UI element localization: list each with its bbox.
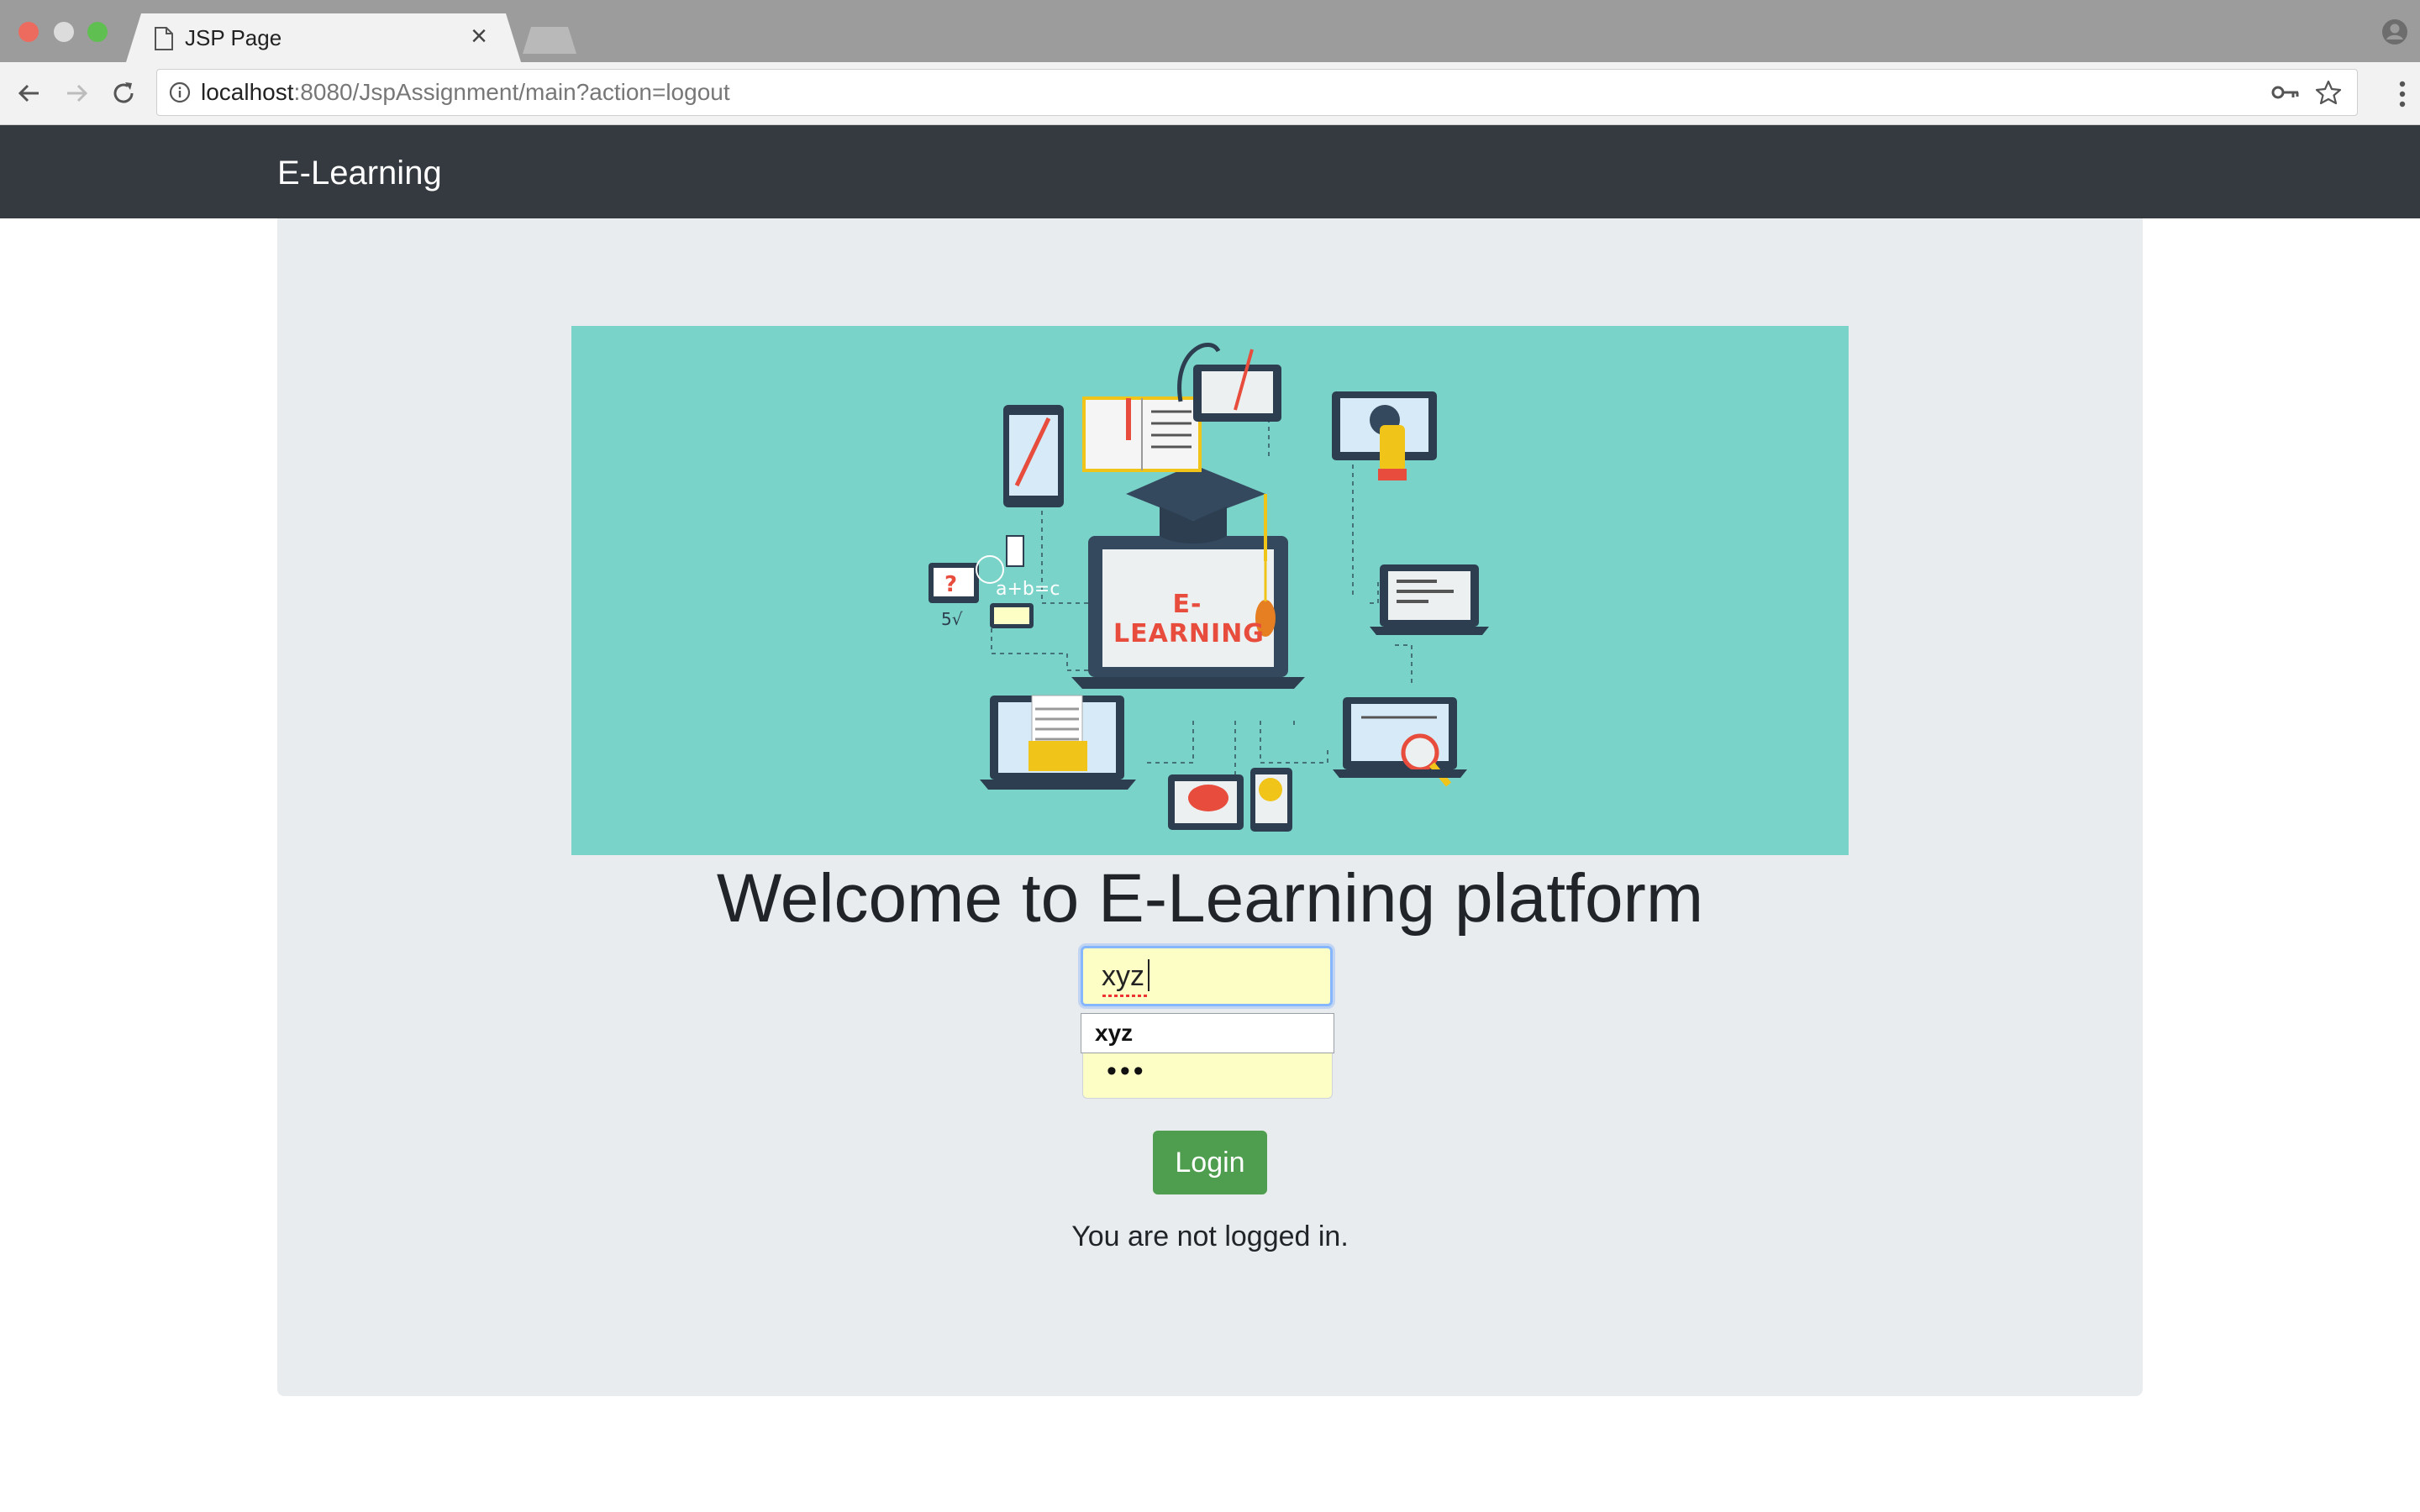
minimize-window-button[interactable] [54, 22, 74, 42]
menu-icon[interactable] [2398, 81, 2407, 108]
browser-titlebar: JSP Page × [0, 0, 2420, 62]
browser-toolbar: localhost:8080/JspAssignment/main?action… [0, 62, 2420, 125]
close-icon[interactable]: × [471, 22, 487, 50]
login-button[interactable]: Login [1153, 1131, 1267, 1194]
url-path: :8080/JspAssignment/main?action=logout [293, 79, 730, 105]
svg-text:?: ? [944, 572, 957, 597]
svg-text:5√: 5√ [941, 609, 963, 629]
spellcheck-underline [1102, 995, 1148, 997]
url-host: localhost [201, 79, 294, 105]
profile-icon[interactable] [2381, 18, 2408, 45]
text-caret [1148, 959, 1150, 991]
jumbotron: ? a+b=c 5√ E-LEARNING Welcome to E-Learn… [277, 218, 2143, 1396]
browser-tab[interactable]: JSP Page × [126, 13, 521, 62]
new-tab-button[interactable] [523, 27, 576, 54]
forward-icon[interactable] [62, 79, 91, 108]
banner-logo-text: E-LEARNING [1113, 590, 1265, 648]
username-field[interactable] [1081, 946, 1333, 1006]
autocomplete-suggestion[interactable]: xyz [1081, 1013, 1334, 1053]
page-icon [153, 27, 175, 50]
tab-title: JSP Page [185, 25, 282, 50]
close-window-button[interactable] [18, 22, 39, 42]
star-icon[interactable] [2315, 80, 2342, 105]
info-icon[interactable] [169, 81, 191, 103]
site-navbar: E-Learning [0, 125, 2420, 218]
url-text: localhost:8080/JspAssignment/main?action… [201, 78, 730, 107]
maximize-window-button[interactable] [87, 22, 108, 42]
password-field[interactable]: ••• [1082, 1053, 1333, 1099]
page-title: Welcome to E-Learning platform [716, 860, 1704, 937]
navbar-brand[interactable]: E-Learning [277, 154, 442, 192]
password-mask: ••• [1107, 1055, 1147, 1087]
reload-icon[interactable] [109, 79, 138, 108]
back-icon[interactable] [15, 79, 44, 108]
svg-text:a+b=c: a+b=c [996, 579, 1060, 600]
key-icon[interactable] [2271, 81, 2300, 103]
e-learning-banner-image: ? a+b=c 5√ E-LEARNING [571, 326, 1849, 855]
login-status-text: You are not logged in. [1071, 1221, 1349, 1252]
address-bar[interactable]: localhost:8080/JspAssignment/main?action… [156, 69, 2358, 116]
